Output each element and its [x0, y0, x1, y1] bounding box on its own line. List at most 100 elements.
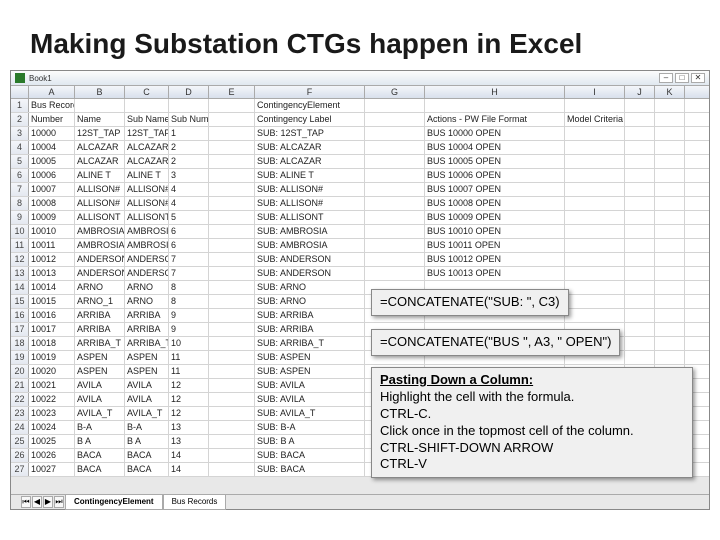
cell[interactable]: 12: [169, 407, 209, 420]
row-number[interactable]: 21: [11, 379, 29, 392]
cell[interactable]: [655, 323, 685, 336]
cell[interactable]: [625, 183, 655, 196]
cell[interactable]: 10020: [29, 365, 75, 378]
row-number[interactable]: 6: [11, 169, 29, 182]
table-row[interactable]: 1510015ARNO_1ARNO8SUB: ARNO: [11, 295, 709, 309]
cell[interactable]: [365, 197, 425, 210]
cell[interactable]: SUB: ARNO: [255, 295, 365, 308]
cell[interactable]: [209, 155, 255, 168]
cell[interactable]: ALCAZAR: [75, 141, 125, 154]
cell[interactable]: 12: [169, 393, 209, 406]
cell[interactable]: SUB: ARRIBA: [255, 323, 365, 336]
cell[interactable]: SUB: ASPEN: [255, 365, 365, 378]
cell[interactable]: 10019: [29, 351, 75, 364]
select-all-corner[interactable]: [11, 86, 29, 98]
cell[interactable]: [625, 197, 655, 210]
cell[interactable]: 6: [169, 225, 209, 238]
cell[interactable]: BACA: [75, 463, 125, 476]
table-row[interactable]: 410004ALCAZARALCAZAR2SUB: ALCAZARBUS 100…: [11, 141, 709, 155]
cell[interactable]: Actions - PW File Format: [425, 113, 565, 126]
cell[interactable]: BUS 10005 OPEN: [425, 155, 565, 168]
cell[interactable]: ARNO: [125, 295, 169, 308]
cell[interactable]: 10024: [29, 421, 75, 434]
cell[interactable]: [655, 113, 685, 126]
table-row[interactable]: 510005ALCAZARALCAZAR2SUB: ALCAZARBUS 100…: [11, 155, 709, 169]
cell[interactable]: 10027: [29, 463, 75, 476]
tab-nav-next-icon[interactable]: ▶: [43, 496, 53, 508]
cell[interactable]: 10014: [29, 281, 75, 294]
cell[interactable]: B-A: [125, 421, 169, 434]
cell[interactable]: SUB: AMBROSIA: [255, 239, 365, 252]
table-row[interactable]: 810008ALLISON#ALLISON#4SUB: ALLISON#BUS …: [11, 197, 709, 211]
cell[interactable]: [209, 351, 255, 364]
cell[interactable]: ARRIBA: [125, 323, 169, 336]
row-number[interactable]: 13: [11, 267, 29, 280]
cell[interactable]: ASPEN: [125, 351, 169, 364]
col-K[interactable]: K: [655, 86, 685, 98]
row-number[interactable]: 20: [11, 365, 29, 378]
cell[interactable]: 11: [169, 351, 209, 364]
row-number[interactable]: 22: [11, 393, 29, 406]
col-E[interactable]: E: [209, 86, 255, 98]
cell[interactable]: 10018: [29, 337, 75, 350]
cell[interactable]: [655, 295, 685, 308]
cell[interactable]: [209, 365, 255, 378]
cell[interactable]: ALLISONT: [125, 211, 169, 224]
cell[interactable]: ALLISON#: [75, 183, 125, 196]
cell[interactable]: [209, 337, 255, 350]
cell[interactable]: [565, 183, 625, 196]
cell[interactable]: BUS 10006 OPEN: [425, 169, 565, 182]
table-row[interactable]: 1210012ANDERSONANDERSON7SUB: ANDERSONBUS…: [11, 253, 709, 267]
cell[interactable]: [655, 309, 685, 322]
col-H[interactable]: H: [425, 86, 565, 98]
cell[interactable]: 4: [169, 197, 209, 210]
cell[interactable]: [209, 449, 255, 462]
cell[interactable]: 10017: [29, 323, 75, 336]
cell[interactable]: ALLISONT: [75, 211, 125, 224]
cell[interactable]: Sub Num: [169, 113, 209, 126]
cell[interactable]: 10008: [29, 197, 75, 210]
cell[interactable]: [565, 155, 625, 168]
cell[interactable]: ARNO: [75, 281, 125, 294]
cell[interactable]: [209, 113, 255, 126]
cell[interactable]: 10026: [29, 449, 75, 462]
cell[interactable]: [209, 267, 255, 280]
cell[interactable]: ContingencyElement: [255, 99, 365, 112]
cell[interactable]: AVILA: [125, 393, 169, 406]
cell[interactable]: [625, 337, 655, 350]
col-D[interactable]: D: [169, 86, 209, 98]
cell[interactable]: [625, 113, 655, 126]
table-row[interactable]: 1610016ARRIBAARRIBA9SUB: ARRIBA: [11, 309, 709, 323]
cell[interactable]: [565, 211, 625, 224]
table-row[interactable]: 1Bus RecordsContingencyElement: [11, 99, 709, 113]
cell[interactable]: [625, 127, 655, 140]
cell[interactable]: [209, 253, 255, 266]
cell[interactable]: 5: [169, 211, 209, 224]
cell[interactable]: ANDERSON: [75, 253, 125, 266]
cell[interactable]: 10016: [29, 309, 75, 322]
cell[interactable]: BUS 10012 OPEN: [425, 253, 565, 266]
cell[interactable]: [625, 99, 655, 112]
table-row[interactable]: 31000012ST_TAP12ST_TAP1SUB: 12ST_TAPBUS …: [11, 127, 709, 141]
cell[interactable]: BUS 10004 OPEN: [425, 141, 565, 154]
cell[interactable]: [625, 323, 655, 336]
cell[interactable]: ANDERSON: [125, 253, 169, 266]
cell[interactable]: SUB: ASPEN: [255, 351, 365, 364]
cell[interactable]: ASPEN: [125, 365, 169, 378]
table-row[interactable]: 1010010AMBROSIAAMBROSIA6SUB: AMBROSIABUS…: [11, 225, 709, 239]
cell[interactable]: 10005: [29, 155, 75, 168]
cell[interactable]: [365, 141, 425, 154]
cell[interactable]: [209, 183, 255, 196]
cell[interactable]: [169, 99, 209, 112]
table-row[interactable]: 1110011AMBROSIAAMBROSIA6SUB: AMBROSIABUS…: [11, 239, 709, 253]
cell[interactable]: [209, 323, 255, 336]
cell[interactable]: SUB: ALLISON#: [255, 197, 365, 210]
cell[interactable]: [565, 295, 625, 308]
cell[interactable]: [655, 141, 685, 154]
cell[interactable]: AMBROSIA: [75, 239, 125, 252]
cell[interactable]: B-A: [75, 421, 125, 434]
cell[interactable]: AVILA: [75, 393, 125, 406]
cell[interactable]: SUB: ARRIBA: [255, 309, 365, 322]
cell[interactable]: B A: [75, 435, 125, 448]
cell[interactable]: ARRIBA: [125, 309, 169, 322]
